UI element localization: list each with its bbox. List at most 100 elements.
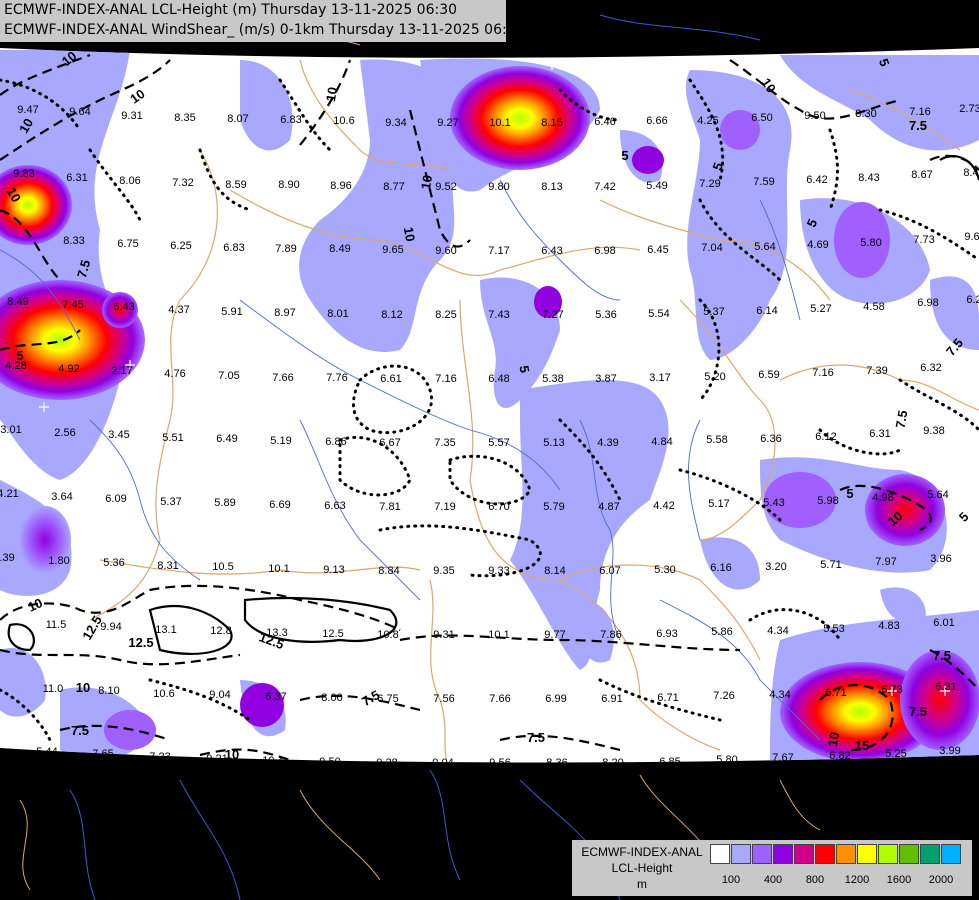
contour-label: 5 <box>621 148 628 163</box>
legend-swatch <box>710 844 730 864</box>
lcl-value: 4.92 <box>58 363 79 375</box>
lcl-value: 6.93 <box>656 628 677 640</box>
lcl-value: 6.31 <box>66 172 87 184</box>
lcl-value: 9.83 <box>13 168 34 180</box>
lcl-value: 6.98 <box>917 297 938 309</box>
lcl-value: 8.4 <box>963 167 978 179</box>
lcl-value: 5.53 <box>823 623 844 635</box>
legend-swatch <box>941 844 961 864</box>
lcl-value: 8.12 <box>381 309 402 321</box>
lcl-value: 9.47 <box>17 104 38 116</box>
lcl-value: 9.6 <box>964 231 979 243</box>
lcl-value: 9.50 <box>804 110 825 122</box>
lcl-value: 5.49 <box>646 180 667 192</box>
lcl-value: 6.63 <box>324 500 345 512</box>
contour-label: 5 <box>846 486 853 501</box>
lcl-value: 7.67 <box>772 752 793 764</box>
lcl-value: 6.36 <box>760 433 781 445</box>
lcl-value: 4.87 <box>598 501 619 513</box>
lcl-value: 8.35 <box>174 112 195 124</box>
lcl-value: 12.5 <box>322 628 343 640</box>
lcl-value: 6.46 <box>594 116 615 128</box>
lcl-value: 9.80 <box>488 181 509 193</box>
lcl-value: 6.86 <box>325 436 346 448</box>
lcl-value: 6.50 <box>751 112 772 124</box>
legend-tick: 2000 <box>928 874 954 886</box>
lcl-value: 6.01 <box>933 617 954 629</box>
lcl-value: 7.27 <box>542 309 563 321</box>
lcl-value: 4.34 <box>769 689 790 701</box>
lcl-value: 6.99 <box>545 693 566 705</box>
lcl-value: 8.77 <box>383 181 404 193</box>
lcl-value: 10.4 <box>262 755 283 767</box>
lcl-value: 9.60 <box>435 245 456 257</box>
lcl-value: 5.58 <box>706 434 727 446</box>
lcl-value: 9.34 <box>385 117 406 129</box>
legend-swatch <box>815 844 835 864</box>
lcl-value: 6.75 <box>117 238 138 250</box>
lcl-value: 6.2 <box>966 294 979 306</box>
weather-map-page: 9.47 9.64 9.31 8.35 8.07 6.83 10.6 9.34 9.27 10.1… <box>0 0 979 900</box>
lcl-value: 9.31 <box>433 629 454 641</box>
lcl-value: 4.25 <box>697 115 718 127</box>
lcl-value: 8.14 <box>544 565 565 577</box>
lcl-value: 5.38 <box>542 373 563 385</box>
lcl-value: 3.20 <box>765 561 786 573</box>
legend-swatch <box>773 844 793 864</box>
lcl-value: 3.87 <box>595 373 616 385</box>
lcl-value: 6.48 <box>488 373 509 385</box>
lcl-value: 5.25 <box>885 748 906 760</box>
contour-label: 12.5 <box>128 635 153 650</box>
lcl-value: 7.35 <box>434 437 455 449</box>
lcl-value: 6.73 <box>881 684 902 696</box>
lcl-value: 4.76 <box>164 368 185 380</box>
lcl-value: 7.16 <box>812 367 833 379</box>
lcl-value: 9.27 <box>437 117 458 129</box>
lcl-value: 6.67 <box>379 437 400 449</box>
lcl-value: 9.35 <box>433 565 454 577</box>
lcl-value: 5.54 <box>648 308 669 320</box>
lcl-value: 6.07 <box>599 565 620 577</box>
lcl-value: 8.49 <box>7 296 28 308</box>
lcl-value: 6.98 <box>594 245 615 257</box>
lcl-value: 5.20 <box>704 371 725 383</box>
color-legend: ECMWF-INDEX-ANAL LCL-Height m 100 400 800 1… <box>572 840 972 896</box>
lcl-value: 3.64 <box>51 491 72 503</box>
lcl-value: 8.06 <box>119 175 140 187</box>
contour-label: 10 <box>76 680 90 695</box>
legend-swatch <box>731 844 751 864</box>
contour-label: 10 <box>418 174 435 191</box>
legend-tick: 100 <box>721 874 741 886</box>
lcl-value: 7.26 <box>713 690 734 702</box>
legend-swatch <box>857 844 877 864</box>
contour-label: 7.5 <box>71 723 89 738</box>
lcl-value: 9.13 <box>323 564 344 576</box>
lcl-value: 10.8 <box>377 629 398 641</box>
lcl-value: 9.50 <box>319 756 340 768</box>
lcl-value: 6.45 <box>647 244 668 256</box>
lcl-value: 10.6 <box>333 115 354 127</box>
lcl-value: 5.37 <box>160 496 181 508</box>
lcl-value: 11.0 <box>43 683 64 695</box>
lcl-value: 7.32 <box>172 177 193 189</box>
legend-tick: 1600 <box>886 874 912 886</box>
lcl-value: 4.98 <box>872 492 893 504</box>
lcl-value: 5.89 <box>214 497 235 509</box>
lcl-value: 5.36 <box>103 557 124 569</box>
lcl-value: 6.31 <box>935 681 956 693</box>
contour-label: 15 <box>855 738 869 753</box>
legend-swatch <box>920 844 940 864</box>
legend-swatch <box>899 844 919 864</box>
lcl-value: 9.04 <box>209 689 230 701</box>
lcl-value: 7.66 <box>272 372 293 384</box>
lcl-value: 5.80 <box>716 754 737 766</box>
lcl-value: 5.17 <box>708 498 729 510</box>
legend-title-line-2: LCL-Height <box>611 861 673 875</box>
lcl-value: 9.38 <box>923 425 944 437</box>
lcl-value: 7.45 <box>62 299 83 311</box>
lcl-value: 9.52 <box>435 181 456 193</box>
lcl-value: 9.64 <box>69 106 90 118</box>
lcl-value: 8.36 <box>546 757 567 769</box>
contour-label: 7.5 <box>909 704 927 719</box>
contour-label: 10 <box>323 86 340 103</box>
